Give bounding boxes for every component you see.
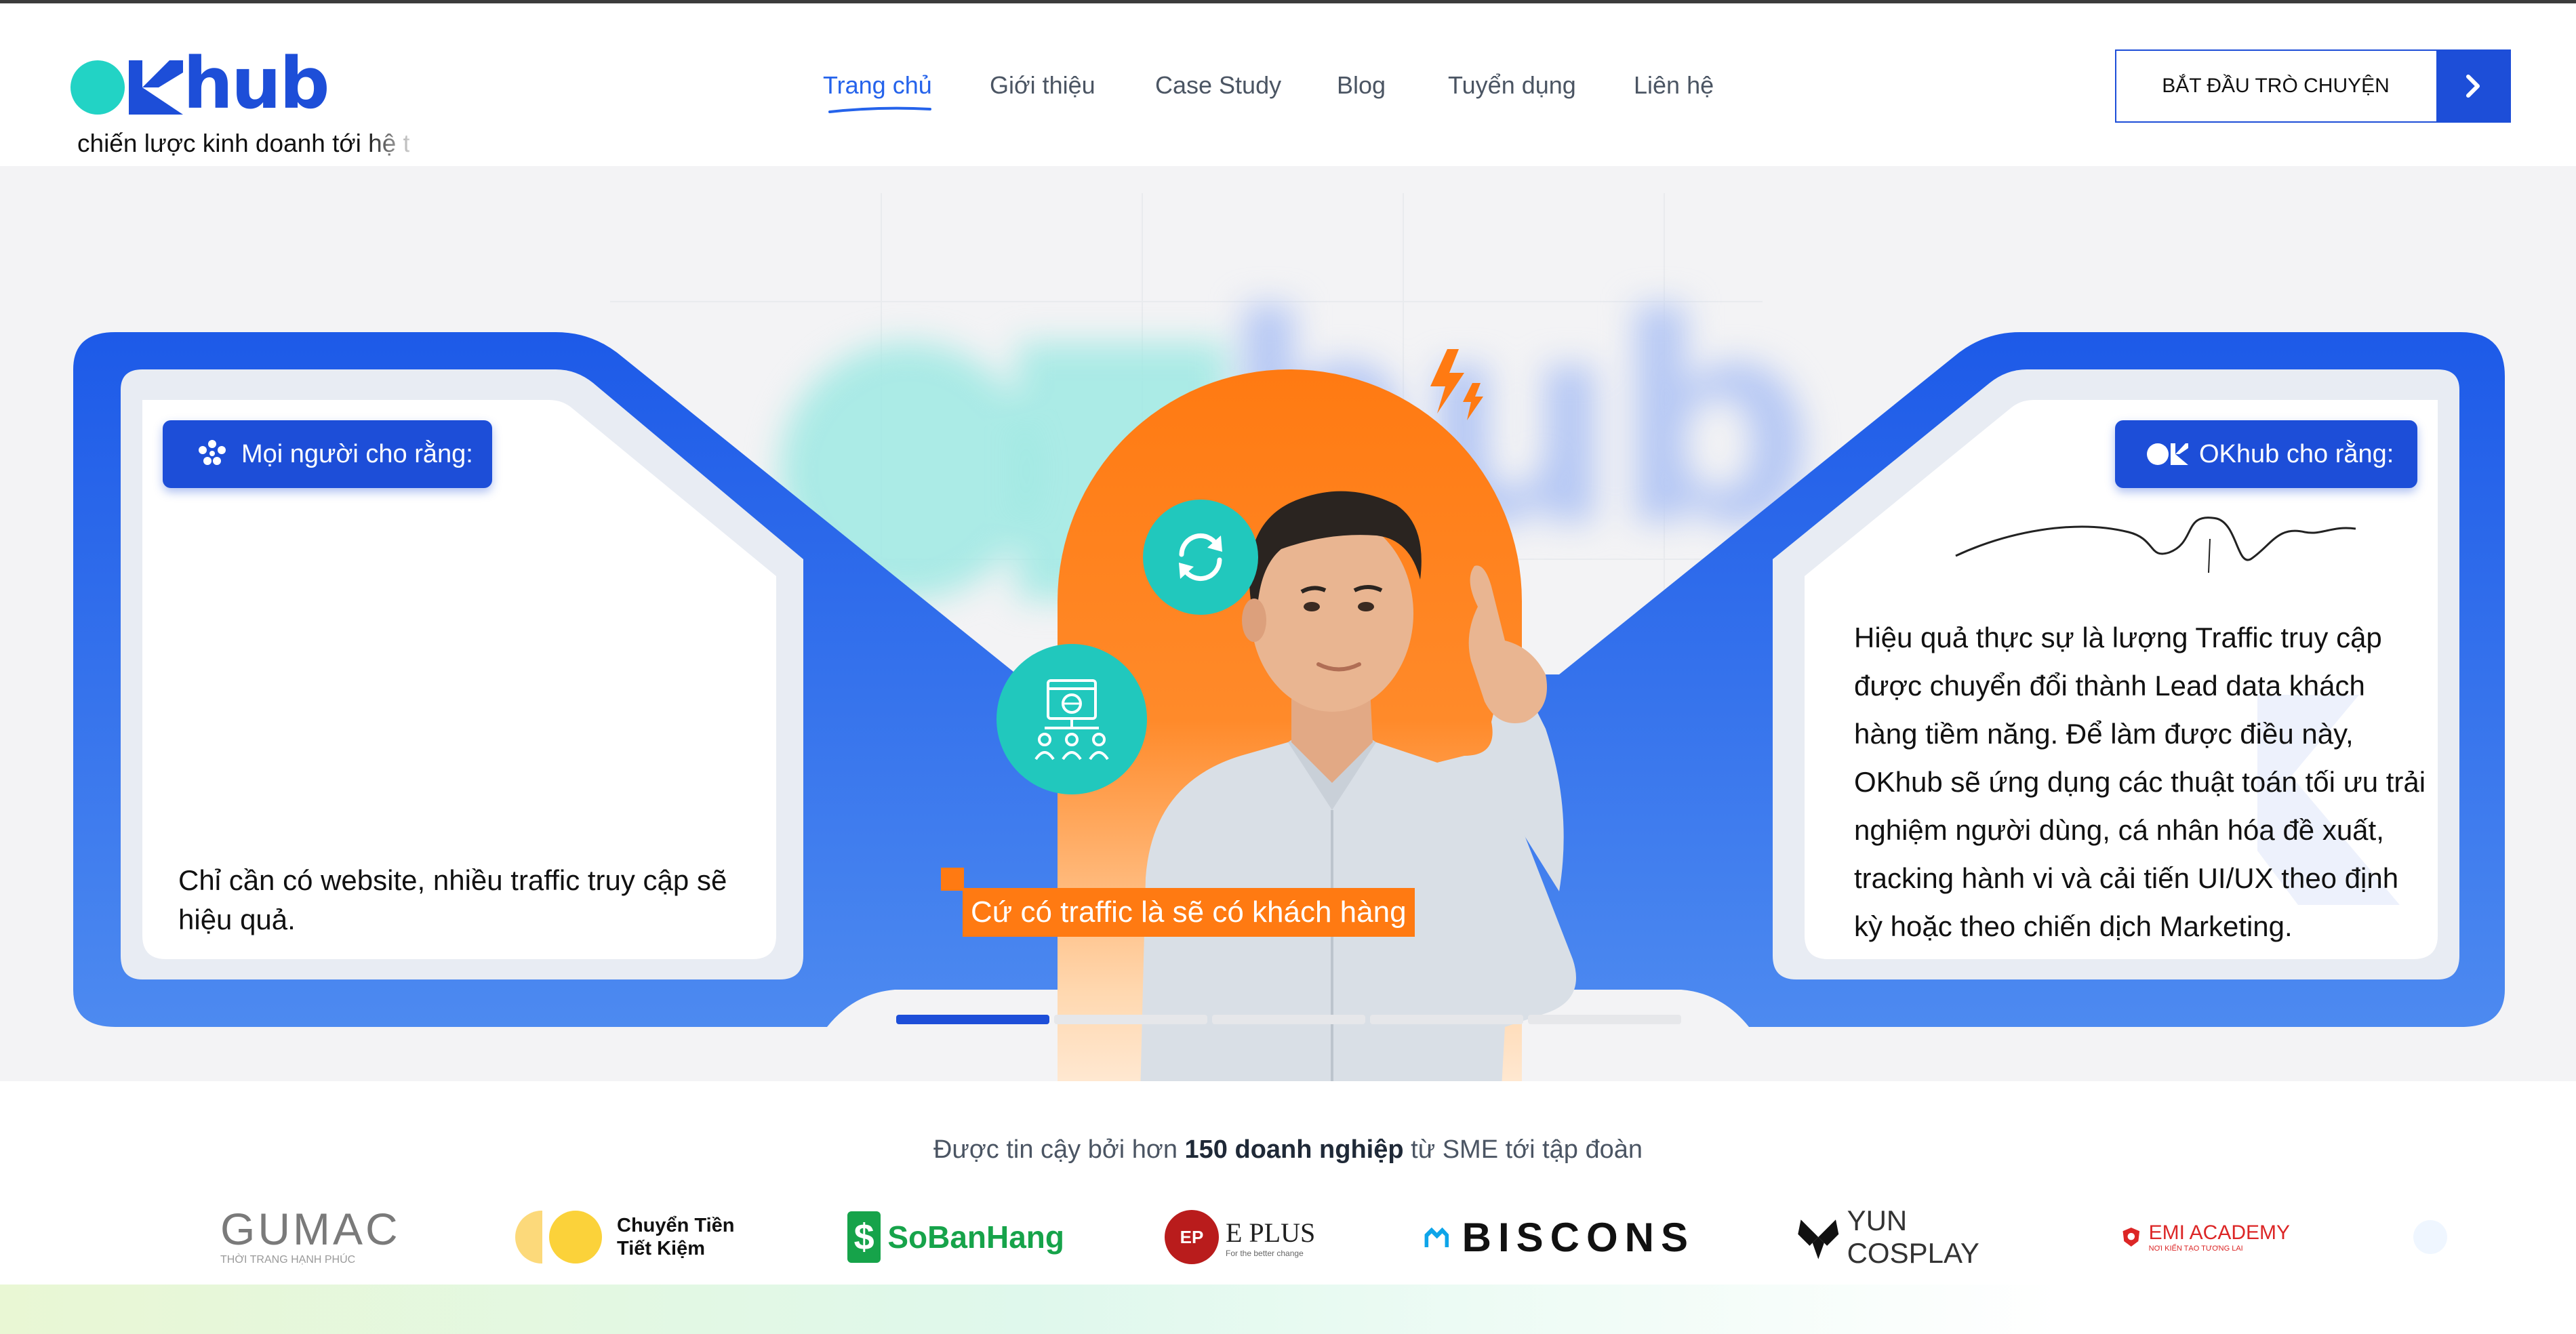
- okhub-mini-logo-icon: [2147, 443, 2188, 465]
- people-icon: [199, 440, 226, 465]
- brand-eplus-logo: EP E PLUS For the better change: [1165, 1190, 1321, 1285]
- okhub-thinks-pill: OKhub cho rằng:: [2115, 420, 2417, 488]
- people-think-pill: Mọi người cho rằng:: [163, 420, 492, 488]
- nav-item-blog[interactable]: Blog: [1337, 71, 1386, 100]
- start-chat-label: BẮT ĐẦU TRÒ CHUYỆN: [2162, 75, 2390, 97]
- brand-chuyen-tien-logo: Chuyển Tiền Tiết Kiệm: [515, 1190, 752, 1285]
- nav-item-home[interactable]: Trang chủ: [823, 71, 932, 100]
- trusted-by-text: Được tin cậy bởi hơn 150 doanh nghiệp từ…: [933, 1135, 1643, 1164]
- start-chat-button[interactable]: BẮT ĐẦU TRÒ CHUYỆN: [2115, 49, 2511, 123]
- slide-indicator-2[interactable]: [1054, 1015, 1207, 1024]
- brand-partial-logo: [2413, 1190, 2454, 1285]
- client-logo-strip: GUMAC THỜI TRANG HẠNH PHÚC Chuyển Tiền Ti…: [0, 1190, 2576, 1285]
- chevron-right-icon: [2436, 51, 2510, 121]
- people-think-label: Mọi người cho rằng:: [241, 439, 473, 468]
- brand-biscons-logo: BISCONS: [1424, 1190, 1695, 1285]
- nav-item-contact[interactable]: Liên hệ: [1634, 71, 1714, 100]
- okhub-thinks-label: OKhub cho rằng:: [2199, 439, 2394, 468]
- nav-item-careers[interactable]: Tuyển dụng: [1448, 71, 1576, 100]
- tagline-fade: [366, 125, 420, 159]
- trusted-by-section: Được tin cậy bởi hơn 150 doanh nghiệp từ…: [0, 1081, 2576, 1334]
- tagline-marquee: chiến lược kinh doanh tới hệ t: [77, 129, 409, 157]
- hero-section: hub Mọi người cho rằng: Chỉ cần có websi…: [0, 166, 2576, 1081]
- okhub-thinks-text: Hiệu quả thực sự là lượng Traffic truy c…: [1854, 622, 2426, 942]
- section-gradient-strip: [0, 1285, 2576, 1334]
- brand-emi-academy-logo: EMI ACADEMY NƠI KIẾN TẠO TƯƠNG LAI: [2120, 1190, 2290, 1285]
- people-think-text: Chỉ cần có website, nhiều traffic truy c…: [178, 864, 727, 935]
- slide-progress: [896, 1015, 1683, 1024]
- slide-indicator-4[interactable]: [1370, 1015, 1523, 1024]
- nav-item-case-study[interactable]: Case Study: [1155, 71, 1281, 100]
- brand-sobanhang-logo: $ SoBanHang: [847, 1190, 1064, 1285]
- nav-item-about[interactable]: Giới thiệu: [990, 71, 1095, 100]
- slide-indicator-3[interactable]: [1212, 1015, 1365, 1024]
- slide-indicator-1[interactable]: [896, 1015, 1049, 1024]
- slide-caption: Cứ có traffic là sẽ có khách hàng: [963, 888, 1415, 937]
- caption-accent-square: [941, 868, 964, 891]
- slide-indicator-5[interactable]: [1528, 1015, 1681, 1024]
- web-network-icon: [997, 644, 1147, 794]
- signature-scribble: [1955, 517, 2356, 573]
- brand-yun-cosplay-logo: YUN COSPLAY: [1795, 1190, 2019, 1285]
- brand-gumac-logo: GUMAC THỜI TRANG HẠNH PHÚC: [220, 1204, 401, 1266]
- active-nav-underline: [828, 106, 931, 113]
- site-header: hub chiến lược kinh doanh tới hệ t Trang…: [0, 3, 2576, 166]
- sync-icon: [1143, 500, 1258, 615]
